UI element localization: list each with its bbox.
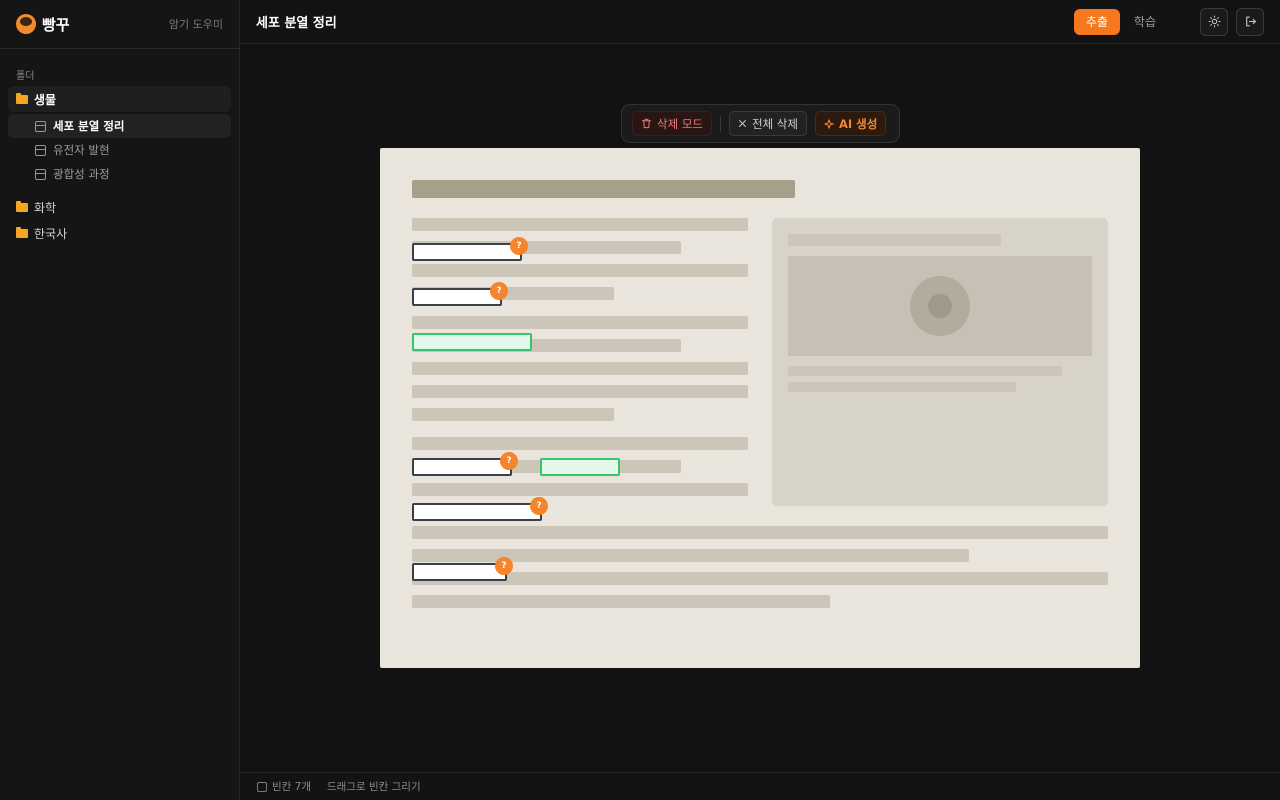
folder-icon [16,200,28,212]
sidebar-folder-chemistry[interactable]: 화학 [8,194,231,220]
clear-all-label: 전체 삭제 [751,116,798,131]
question-badge[interactable]: ? [490,282,508,300]
note-label: 유전자 발현 [53,143,110,157]
delete-mode-button[interactable]: 삭제 모드 [632,111,712,136]
blank-count: 빈칸 7개 [257,779,311,794]
blank-box-selected[interactable] [412,333,532,351]
cell-diagram-outer [910,276,970,336]
toolbar-divider [719,115,721,132]
blank-count-label: 빈칸 7개 [272,781,311,793]
blank-box[interactable] [412,563,507,581]
sidebar-note-photosynthesis[interactable]: 광합성 과정 [8,162,231,186]
text-line [412,595,830,608]
donut-logo-icon [16,14,36,34]
folder-label: 한국사 [34,226,68,241]
delete-mode-label: 삭제 모드 [657,116,703,131]
status-bar: 빈칸 7개 드래그로 빈칸 그리기 [240,772,1280,800]
text-line [412,264,748,277]
sidebar-note-gene-expression[interactable]: 유전자 발현 [8,138,231,162]
text-line [412,218,748,231]
figure-caption-line [788,234,1001,246]
sparkle-icon [824,118,834,129]
sidebar: 빵꾸 암기 도우미 폴더 생물 세포 분열 정리 유전자 발현 광합성 과정 화… [0,0,240,800]
brand[interactable]: 빵꾸 [16,14,70,35]
ai-generate-button[interactable]: AI 생성 [814,111,887,136]
cell-diagram-nucleus [928,294,952,318]
text-line [412,408,614,421]
question-badge[interactable]: ? [495,557,513,575]
floating-toolbar: 삭제 모드 전체 삭제 AI 생성 [621,104,900,143]
clear-all-button[interactable]: 전체 삭제 [728,111,807,136]
app-title: 빵꾸 [42,15,70,34]
ai-generate-label: AI 생성 [838,116,878,131]
mode-extract-button[interactable]: 추출 [1073,8,1120,35]
note-icon [35,144,46,156]
text-line [412,316,748,329]
blank-box[interactable] [412,458,512,476]
folder-label: 화학 [34,200,57,215]
text-line [412,483,748,496]
folder-label: 생물 [34,92,57,107]
note-label: 광합성 과정 [53,167,110,181]
note-label: 세포 분열 정리 [53,119,125,133]
folder-icon [16,92,28,104]
draw-hint: 드래그로 빈칸 그리기 [327,781,421,793]
app-subtitle: 암기 도우미 [168,18,223,31]
note-icon [35,168,46,180]
document-page[interactable]: ? ? ? ? ? [380,148,1140,668]
blank-box[interactable] [412,288,502,306]
trash-icon [641,118,652,129]
checkbox-icon [257,781,267,792]
blank-box[interactable] [412,503,542,521]
figure-text-line [788,366,1062,376]
editor-canvas-area[interactable]: 삭제 모드 전체 삭제 AI 생성 ? ? ? ? ? [240,44,1280,772]
text-line [412,437,748,450]
theme-toggle-button[interactable] [1200,7,1228,36]
question-badge[interactable]: ? [530,497,548,515]
folder-section-label: 폴더 [16,71,35,82]
text-line [412,385,748,398]
brand-bar: 빵꾸 암기 도우미 [0,0,239,49]
question-badge[interactable]: ? [500,452,518,470]
text-line [412,526,1108,539]
figure-image [788,256,1092,356]
logout-button[interactable] [1236,7,1264,36]
text-line [412,362,748,375]
sidebar-folder-korean-history[interactable]: 한국사 [8,220,231,246]
figure-panel [772,218,1108,506]
sidebar-note-cell-division[interactable]: 세포 분열 정리 [8,114,231,138]
close-icon [738,120,746,127]
folder-icon [16,226,28,238]
app-root: 빵꾸 암기 도우미 폴더 생물 세포 분열 정리 유전자 발현 광합성 과정 화… [0,0,1280,800]
figure-text-line [788,382,1016,392]
page-title: 세포 분열 정리 [256,16,337,31]
mode-study-button[interactable]: 학습 [1122,9,1168,35]
note-icon [35,120,46,132]
text-line [412,572,1108,585]
logout-icon [1245,16,1256,27]
text-line-title [412,180,795,198]
sun-icon [1208,15,1220,28]
blank-box-selected[interactable] [540,458,620,476]
sidebar-folder-biology[interactable]: 생물 [8,86,231,112]
top-header: 세포 분열 정리 추출 학습 [240,0,1280,44]
blank-box[interactable] [412,243,522,261]
question-badge[interactable]: ? [510,237,528,255]
